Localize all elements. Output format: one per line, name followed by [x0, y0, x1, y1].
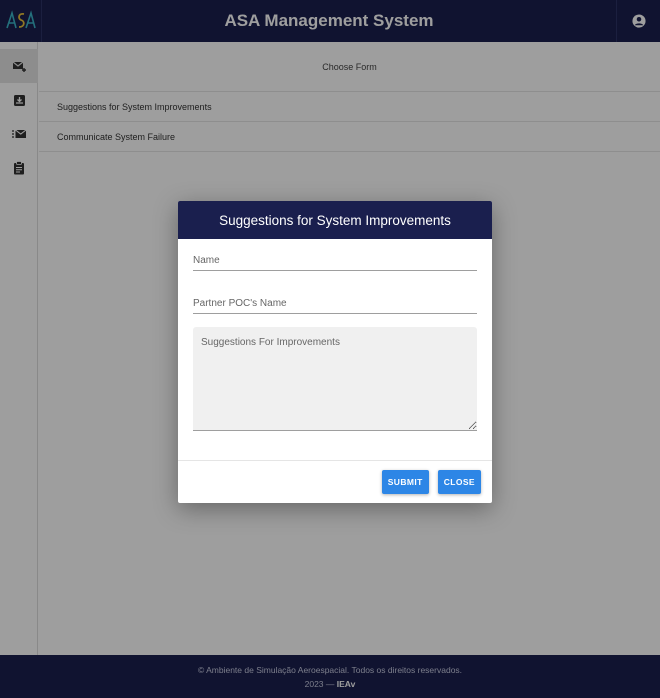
name-input[interactable]: [193, 251, 477, 271]
partner-poc-name-input[interactable]: [193, 294, 477, 314]
modal-actions: SUBMIT CLOSE: [178, 461, 492, 503]
close-button[interactable]: CLOSE: [437, 470, 481, 494]
modal-body: [178, 239, 492, 461]
suggestions-modal: Suggestions for System Improvements SUBM…: [178, 201, 492, 503]
suggestions-textarea[interactable]: [193, 327, 477, 431]
modal-title: Suggestions for System Improvements: [178, 201, 492, 239]
submit-button[interactable]: SUBMIT: [381, 470, 429, 494]
